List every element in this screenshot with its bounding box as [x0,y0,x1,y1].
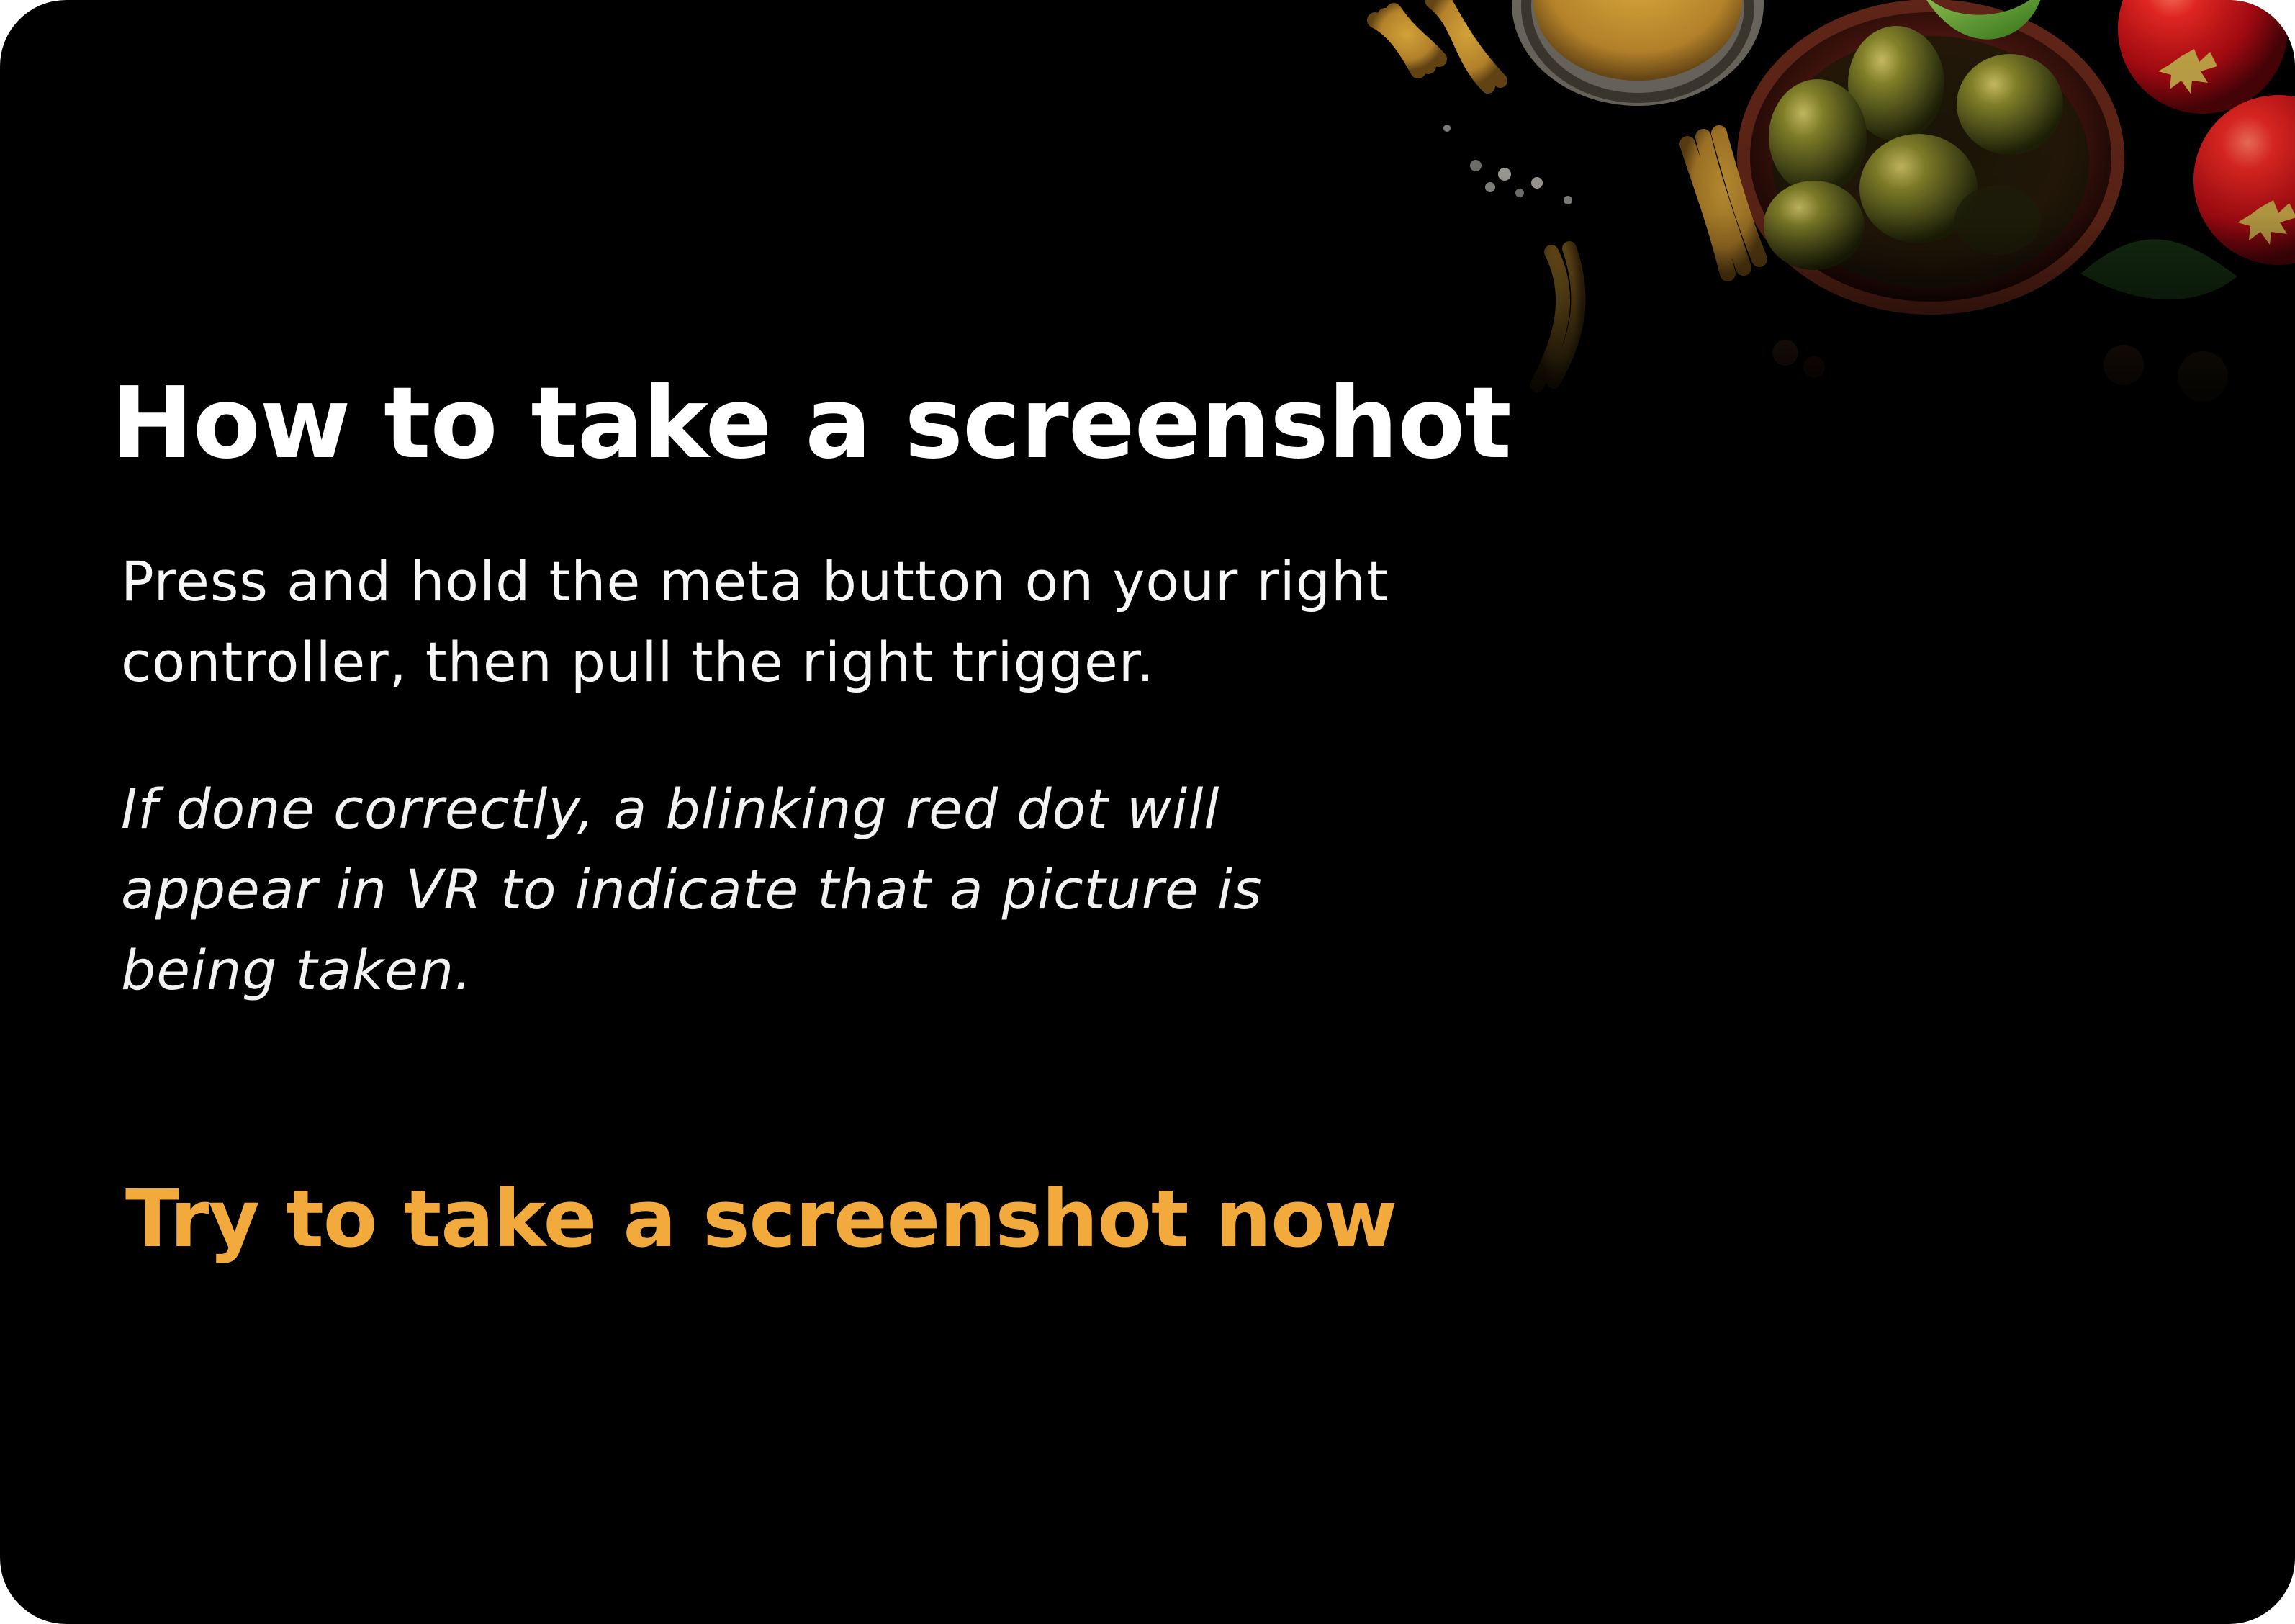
screenshot-instructions-panel: How to take a screenshot Press and hold … [0,0,2295,1624]
screenshot-instruction-text: Press and hold the meta button on your r… [121,549,1389,694]
confirmation-note-text: If done correctly, a blinking red dot wi… [121,777,1263,1002]
try-screenshot-action[interactable]: Try to take a screenshot now [125,1173,1397,1265]
page-title: How to take a screenshot [111,366,1512,481]
